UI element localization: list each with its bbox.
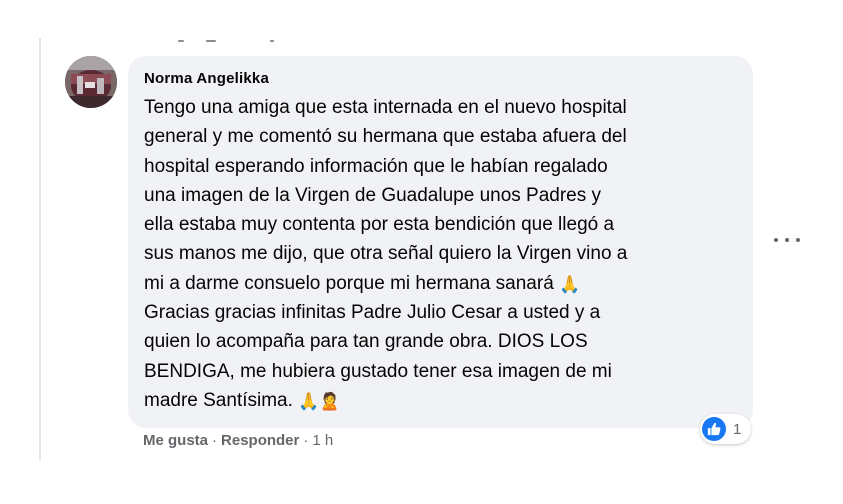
comment-text: Tengo una amiga que esta internada en el… [144,93,739,415]
comment-actions: Me gusta · Responder · 1 h [143,432,333,449]
like-icon [702,417,726,441]
comment-line: sus manos me dijo, que otra señal quiero… [144,243,628,265]
person-emoji: 🙎 [319,391,341,411]
praying-hands-emoji: 🙏 [298,391,320,411]
comment-line: BENDIGA, me hubiera gustado tener esa im… [144,360,612,382]
avatar[interactable] [65,56,117,108]
more-dot-icon [785,238,789,242]
reply-link[interactable]: Responder [221,432,299,449]
comment-thread: Norma Angelikka Tengo una amiga que esta… [0,0,843,504]
reaction-summary[interactable]: 1 [700,414,752,444]
more-dot-icon [774,238,778,242]
clipped-previous-content [178,38,278,44]
comment-line: una imagen de la Virgen de Guadalupe uno… [144,184,602,206]
comment-bubble: Norma Angelikka Tengo una amiga que esta… [128,56,753,428]
comment-line: quien lo acompaña para tan grande obra. … [144,331,588,353]
comment-line: ella estaba muy contenta por esta bendic… [144,214,615,236]
comment-line: Tengo una amiga que esta internada en el… [144,97,627,118]
comment-line: Gracias gracias infinitas Padre Julio Ce… [144,302,601,324]
comment-line: general y me comentó su hermana que esta… [144,126,627,148]
comment-line: mi a darme consuelo porque mi hermana sa… [144,272,554,294]
separator: · [212,432,218,449]
more-options-button[interactable] [774,228,800,252]
more-dot-icon [796,238,800,242]
praying-hands-emoji: 🙏 [559,274,581,294]
comment-author[interactable]: Norma Angelikka [144,70,269,87]
like-link[interactable]: Me gusta [143,432,208,449]
separator: · [303,432,309,449]
comment-line: hospital esperando información que le ha… [144,155,608,177]
reaction-count: 1 [733,420,742,438]
thread-connector-line [39,38,41,460]
avatar-image [65,56,117,108]
comment-timestamp[interactable]: 1 h [312,432,333,449]
comment-line: madre Santísima. [144,389,293,411]
